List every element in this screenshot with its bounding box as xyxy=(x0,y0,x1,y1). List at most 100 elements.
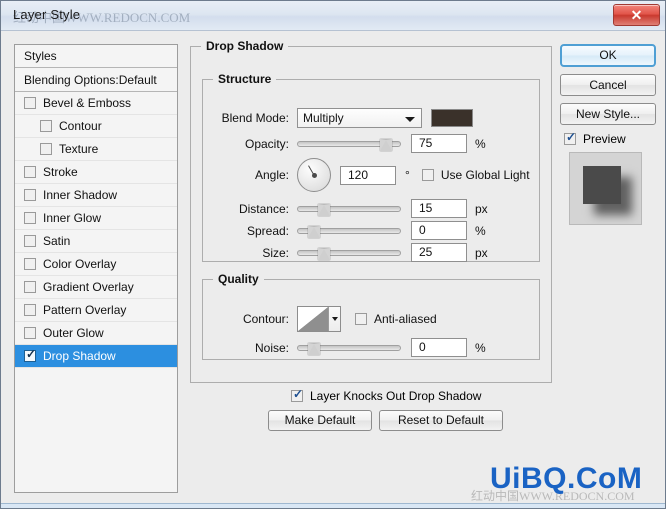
degree-symbol: ° xyxy=(405,168,410,182)
styles-item-label: Outer Glow xyxy=(43,325,104,340)
spread-row: Spread: 0 % xyxy=(213,221,486,240)
styles-item-label: Pattern Overlay xyxy=(43,302,127,317)
styles-list-panel: Styles Blending Options:Default Bevel & … xyxy=(14,44,178,493)
bottom-strip xyxy=(1,503,665,508)
styles-item-checkbox[interactable] xyxy=(24,327,36,339)
noise-slider[interactable] xyxy=(297,341,401,355)
styles-item-checkbox[interactable] xyxy=(24,235,36,247)
styles-item-satin[interactable]: Satin xyxy=(15,230,177,253)
spread-slider-thumb[interactable] xyxy=(307,225,320,238)
contour-dropdown-arrow-icon[interactable] xyxy=(327,307,340,331)
spread-input[interactable]: 0 xyxy=(411,221,467,240)
styles-item-outer-glow[interactable]: Outer Glow xyxy=(15,322,177,345)
styles-item-texture[interactable]: Texture xyxy=(15,138,177,161)
styles-item-checkbox[interactable] xyxy=(24,281,36,293)
styles-item-checkbox[interactable] xyxy=(40,120,52,132)
preview-checkbox[interactable] xyxy=(564,130,577,145)
size-row: Size: 25 px xyxy=(213,243,488,262)
anti-aliased-checkbox[interactable] xyxy=(355,313,367,325)
drop-shadow-group: Drop Shadow Structure Blend Mode: Multip… xyxy=(190,39,552,431)
anti-aliased-row[interactable]: Anti-aliased xyxy=(355,312,437,326)
styles-item-inner-shadow[interactable]: Inner Shadow xyxy=(15,184,177,207)
opacity-slider[interactable] xyxy=(297,137,401,151)
dialog-actions: OK Cancel New Style... Preview xyxy=(560,44,660,493)
angle-dial[interactable] xyxy=(297,158,331,192)
opacity-input[interactable]: 75 xyxy=(411,134,467,153)
distance-label: Distance: xyxy=(238,201,289,216)
styles-item-label: Color Overlay xyxy=(43,256,117,271)
contour-curve-icon xyxy=(298,307,328,331)
new-style-button[interactable]: New Style... xyxy=(560,103,656,125)
contour-label: Contour: xyxy=(242,312,289,326)
styles-item-checkbox[interactable] xyxy=(24,347,37,362)
preview-row[interactable]: Preview xyxy=(564,130,660,146)
noise-input[interactable]: 0 xyxy=(411,338,467,357)
size-slider[interactable] xyxy=(297,246,401,260)
blend-mode-select[interactable]: Multiply xyxy=(297,108,422,128)
use-global-light-row[interactable]: Use Global Light xyxy=(421,168,530,182)
styles-item-pattern-overlay[interactable]: Pattern Overlay xyxy=(15,299,177,322)
watermark-big: UiBQ.CoM xyxy=(490,462,643,495)
size-input[interactable]: 25 xyxy=(411,243,467,262)
cancel-button[interactable]: Cancel xyxy=(560,74,656,96)
drop-shadow-settings: Drop Shadow Structure Blend Mode: Multip… xyxy=(190,39,552,494)
styles-item-drop-shadow[interactable]: Drop Shadow xyxy=(15,345,177,368)
preview-label: Preview xyxy=(583,132,626,146)
distance-input[interactable]: 15 xyxy=(411,199,467,218)
styles-item-checkbox[interactable] xyxy=(24,189,36,201)
opacity-slider-thumb[interactable] xyxy=(379,138,392,151)
styles-item-inner-glow[interactable]: Inner Glow xyxy=(15,207,177,230)
quality-group-title: Quality xyxy=(218,272,259,286)
styles-item-label: Bevel & Emboss xyxy=(43,95,132,110)
noise-unit: % xyxy=(475,340,486,355)
styles-item-gradient-overlay[interactable]: Gradient Overlay xyxy=(15,276,177,299)
angle-label: Angle: xyxy=(254,168,289,182)
styles-item-label: Satin xyxy=(43,233,71,248)
title-bar: 红动中国WWW.REDOCN.COM Layer Style ✕ xyxy=(1,1,665,31)
use-global-light-checkbox[interactable] xyxy=(421,169,434,181)
styles-item-stroke[interactable]: Stroke xyxy=(15,161,177,184)
shadow-color-swatch[interactable] xyxy=(431,109,473,127)
ok-button[interactable]: OK xyxy=(560,44,656,67)
layer-knocks-out-checkbox[interactable] xyxy=(291,387,304,402)
styles-item-contour[interactable]: Contour xyxy=(15,115,177,138)
blending-options-row[interactable]: Blending Options:Default xyxy=(15,68,177,92)
distance-slider-thumb[interactable] xyxy=(317,203,330,216)
styles-item-color-overlay[interactable]: Color Overlay xyxy=(15,253,177,276)
styles-item-checkbox[interactable] xyxy=(24,97,36,109)
styles-item-checkbox[interactable] xyxy=(24,258,36,270)
drop-shadow-group-title: Drop Shadow xyxy=(206,39,284,53)
styles-item-label: Gradient Overlay xyxy=(43,279,134,294)
structure-group-title: Structure xyxy=(218,72,272,86)
styles-item-checkbox[interactable] xyxy=(24,212,36,224)
opacity-label: Opacity: xyxy=(244,136,289,151)
styles-item-container: Bevel & Emboss Contour Texture Stroke Inner … xyxy=(15,92,177,368)
size-label: Size: xyxy=(262,245,289,260)
spread-unit: % xyxy=(475,223,486,238)
close-icon[interactable]: ✕ xyxy=(613,4,660,26)
use-global-light-label: Use Global Light xyxy=(440,168,530,182)
size-slider-thumb[interactable] xyxy=(317,247,330,260)
reset-to-default-button[interactable]: Reset to Default xyxy=(379,410,503,431)
angle-input[interactable]: 120 xyxy=(340,165,396,185)
styles-item-label: Contour xyxy=(59,118,102,133)
opacity-row: Opacity: 75 % xyxy=(213,134,486,153)
preview-thumbnail xyxy=(569,152,642,225)
make-default-button[interactable]: Make Default xyxy=(268,410,372,431)
contour-preset-picker[interactable] xyxy=(297,306,341,332)
spread-slider[interactable] xyxy=(297,224,401,238)
styles-item-label: Inner Shadow xyxy=(43,187,118,202)
styles-item-bevel-emboss[interactable]: Bevel & Emboss xyxy=(15,92,177,115)
layer-knocks-out-row[interactable]: Layer Knocks Out Drop Shadow xyxy=(291,387,481,403)
styles-item-checkbox[interactable] xyxy=(24,166,36,178)
blend-mode-label: Blend Mode: xyxy=(221,111,289,125)
styles-item-checkbox[interactable] xyxy=(24,304,36,316)
styles-item-label: Stroke xyxy=(43,164,78,179)
styles-item-checkbox[interactable] xyxy=(40,143,52,155)
distance-unit: px xyxy=(475,201,488,216)
noise-slider-thumb[interactable] xyxy=(307,342,320,355)
size-slider-track xyxy=(297,249,401,256)
distance-slider[interactable] xyxy=(297,202,401,216)
angle-row: Angle: 120 ° Use Global Light xyxy=(213,158,530,192)
opacity-unit: % xyxy=(475,136,486,151)
